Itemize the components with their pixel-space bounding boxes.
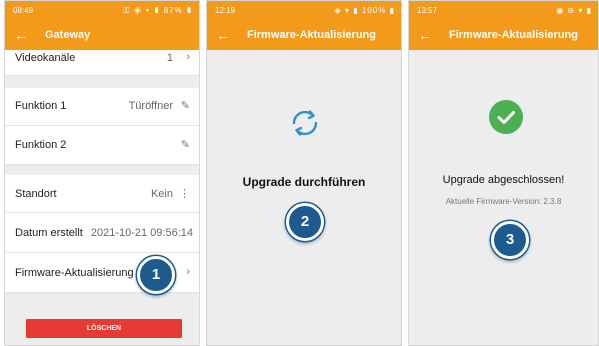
more-vert-icon[interactable]: ⋮ [179, 187, 190, 200]
success-check-icon [489, 100, 523, 134]
row-label: Datum erstellt [15, 227, 83, 239]
row-videokanaele[interactable]: Videokanäle 1 › [5, 50, 199, 76]
row-funktion-1[interactable]: Funktion 1 Türöffner ✎ [5, 88, 199, 126]
page-title: Firmware-Aktualisierung [449, 29, 578, 41]
step-badge-3: 3 [491, 221, 529, 259]
row-datum-erstellt: Datum erstellt 2021-10-21 09:56:14 [5, 213, 199, 253]
app-bar: ← Firmware-Aktualisierung [409, 20, 598, 50]
step-badge-1: 1 [137, 256, 175, 294]
row-label: Funktion 1 [15, 100, 67, 112]
row-standort[interactable]: Standort Kein ⋮ [5, 175, 199, 213]
gateway-screen: 08:49 ⚿ ◈ ▾ ▮ 87% ▮ ← Gateway Videokanäl… [4, 0, 200, 346]
edit-icon[interactable]: ✎ [181, 99, 190, 112]
app-bar: ← Firmware-Aktualisierung [207, 20, 401, 50]
firmware-complete-screen: 13:57 ◉ ⊝ ▾ ▮ ← Firmware-Aktualisierung … [408, 0, 599, 346]
back-arrow-icon[interactable]: ← [418, 20, 432, 50]
status-time: 13:57 [417, 6, 438, 15]
firmware-version-text: Aktuelle Firmware-Version: 2.3.8 [445, 197, 562, 206]
status-bar: 12:19 ◈ ▾ ▮ 100% ▮ [207, 1, 401, 20]
status-bar: 13:57 ◉ ⊝ ▾ ▮ [409, 1, 598, 20]
status-time: 12:19 [215, 6, 236, 15]
firmware-upgrading-screen: 12:19 ◈ ▾ ▮ 100% ▮ ← Firmware-Aktualisie… [206, 0, 402, 346]
back-arrow-icon[interactable]: ← [14, 20, 28, 50]
row-label: Standort [15, 188, 57, 200]
step-badge-2: 2 [286, 203, 324, 241]
upgrade-status-text: Upgrade durchführen [242, 175, 366, 189]
row-label: Videokanäle [15, 52, 76, 64]
back-arrow-icon[interactable]: ← [216, 20, 230, 50]
status-icons: ◈ ▾ ▮ 100% ▮ [334, 6, 395, 15]
row-funktion-2[interactable]: Funktion 2 ✎ [5, 126, 199, 165]
row-value: 1 [166, 52, 173, 64]
row-label: Firmware-Aktualisierung [15, 267, 134, 279]
status-time: 08:49 [13, 6, 34, 15]
chevron-right-icon: › [186, 266, 190, 278]
edit-icon[interactable]: ✎ [181, 138, 190, 151]
status-icons: ⚿ ◈ ▾ ▮ 87% ▮ [123, 6, 193, 15]
row-value: 2021-10-21 09:56:14 [90, 227, 193, 239]
status-icons: ◉ ⊝ ▾ ▮ [556, 6, 592, 15]
row-value: Kein [150, 188, 173, 200]
page-title: Firmware-Aktualisierung [247, 29, 376, 41]
row-label: Funktion 2 [15, 139, 67, 151]
chevron-right-icon: › [186, 51, 190, 63]
app-bar: ← Gateway [5, 20, 199, 50]
delete-button[interactable]: LÖSCHEN [26, 319, 182, 338]
row-value: Türöffner [128, 100, 173, 112]
sync-icon [292, 110, 318, 136]
page-title: Gateway [45, 29, 91, 41]
status-bar: 08:49 ⚿ ◈ ▾ ▮ 87% ▮ [5, 1, 199, 20]
upgrade-complete-text: Upgrade abgeschlossen! [442, 174, 565, 186]
